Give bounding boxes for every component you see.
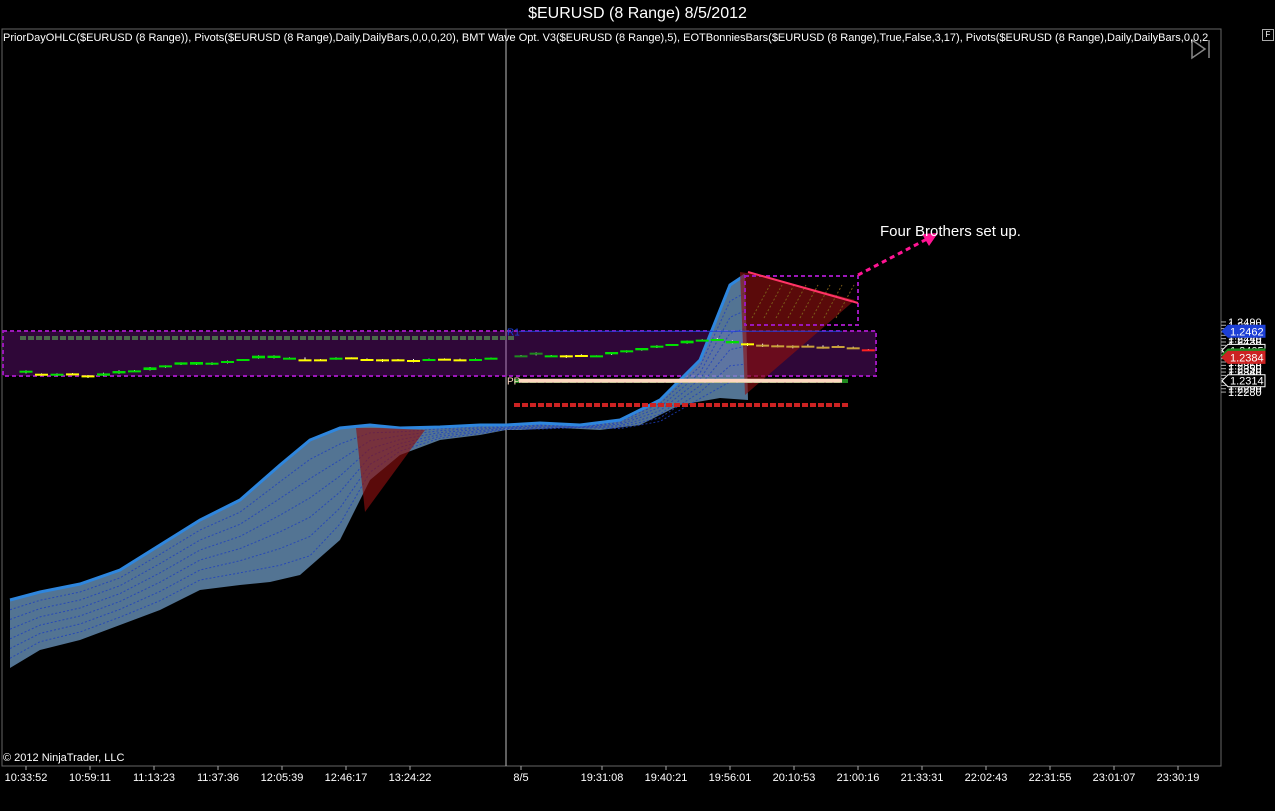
candle bbox=[376, 359, 389, 362]
candle bbox=[112, 371, 126, 374]
candle bbox=[329, 357, 343, 360]
y-tick-label: 1.2280 bbox=[1228, 387, 1262, 399]
candle bbox=[846, 347, 860, 350]
candle bbox=[469, 359, 482, 362]
candle bbox=[861, 349, 875, 352]
candle bbox=[529, 352, 543, 355]
x-tick-label: 8/5 bbox=[513, 772, 528, 784]
candle bbox=[574, 355, 588, 358]
price-marker-label: 1.2314 bbox=[1230, 376, 1264, 388]
candle bbox=[391, 359, 405, 362]
candle bbox=[484, 357, 498, 360]
candle bbox=[650, 345, 664, 348]
candle bbox=[801, 345, 815, 348]
candle bbox=[345, 357, 358, 360]
candle bbox=[635, 347, 649, 351]
pivot-label: PP bbox=[507, 377, 521, 388]
candle bbox=[590, 355, 603, 358]
pivot-label: R1 bbox=[507, 327, 520, 338]
x-tick-label: 22:31:55 bbox=[1029, 772, 1072, 784]
candle bbox=[559, 355, 573, 358]
candle bbox=[620, 350, 634, 353]
bearish-fan bbox=[356, 428, 425, 512]
candle bbox=[236, 359, 250, 362]
candle bbox=[680, 340, 694, 344]
price-marker-label: 1.2384 bbox=[1230, 352, 1264, 364]
candle bbox=[544, 355, 558, 358]
x-tick-label: 23:30:19 bbox=[1157, 772, 1200, 784]
candle bbox=[81, 375, 95, 378]
x-tick-label: 13:24:22 bbox=[389, 772, 432, 784]
candle bbox=[816, 346, 830, 349]
x-tick-label: 20:10:53 bbox=[773, 772, 816, 784]
x-tick-label: 21:33:31 bbox=[901, 772, 944, 784]
plot-border bbox=[1, 28, 1222, 767]
candle bbox=[360, 359, 374, 362]
candle bbox=[771, 345, 785, 348]
x-tick-label: 10:33:52 bbox=[5, 772, 48, 784]
candle bbox=[453, 359, 467, 362]
x-tick-label: 11:37:36 bbox=[197, 772, 239, 784]
x-tick-label: 22:02:43 bbox=[965, 772, 1008, 784]
candle bbox=[298, 359, 312, 362]
candle bbox=[514, 355, 528, 358]
candle bbox=[35, 373, 48, 376]
candle bbox=[314, 359, 327, 362]
x-tick-label: 12:05:39 bbox=[261, 772, 304, 784]
x-tick-label: 10:59:11 bbox=[69, 772, 111, 784]
chart-window: $EURUSD (8 Range) 8/5/2012 F 1.24901.248… bbox=[0, 0, 1275, 811]
candle bbox=[756, 344, 770, 347]
x-tick-label: 11:13:23 bbox=[133, 772, 175, 784]
candle bbox=[438, 358, 451, 361]
candle bbox=[19, 370, 33, 373]
candle bbox=[97, 373, 110, 376]
candle bbox=[695, 339, 709, 342]
candle bbox=[128, 370, 141, 373]
x-tick-label: 23:01:07 bbox=[1093, 772, 1136, 784]
candle bbox=[66, 373, 79, 376]
x-tick-label: 21:00:16 bbox=[837, 772, 880, 784]
candle bbox=[831, 345, 845, 348]
candle bbox=[741, 343, 754, 346]
candle bbox=[190, 362, 203, 365]
candle bbox=[786, 345, 800, 348]
indicator-list: PriorDayOHLC($EURUSD (8 Range)), Pivots(… bbox=[3, 32, 1209, 44]
candle bbox=[159, 365, 172, 368]
annotation-text: Four Brothers set up. bbox=[880, 223, 1021, 240]
copyright-label: © 2012 NinjaTrader, LLC bbox=[3, 752, 125, 764]
candle bbox=[252, 355, 265, 359]
candle bbox=[283, 357, 296, 360]
x-tick-label: 19:31:08 bbox=[581, 772, 624, 784]
candle bbox=[205, 362, 219, 365]
x-tick-label: 19:56:01 bbox=[709, 772, 752, 784]
candle bbox=[50, 373, 64, 376]
price-chart[interactable]: 1.24901.24801.24701.24601.24501.24401.24… bbox=[0, 0, 1275, 811]
candle bbox=[143, 367, 157, 371]
candle bbox=[221, 361, 234, 364]
candle bbox=[605, 352, 619, 355]
x-tick-label: 19:40:21 bbox=[645, 772, 688, 784]
candle bbox=[174, 362, 188, 365]
candle bbox=[267, 355, 281, 359]
x-tick-label: 12:46:17 bbox=[325, 772, 368, 784]
price-marker-label: 1.2462 bbox=[1230, 326, 1264, 338]
annotation-arrow bbox=[857, 237, 928, 277]
candle bbox=[710, 338, 724, 341]
candle bbox=[422, 359, 436, 362]
candle bbox=[407, 360, 420, 363]
candle bbox=[725, 340, 739, 344]
candle bbox=[665, 343, 679, 346]
